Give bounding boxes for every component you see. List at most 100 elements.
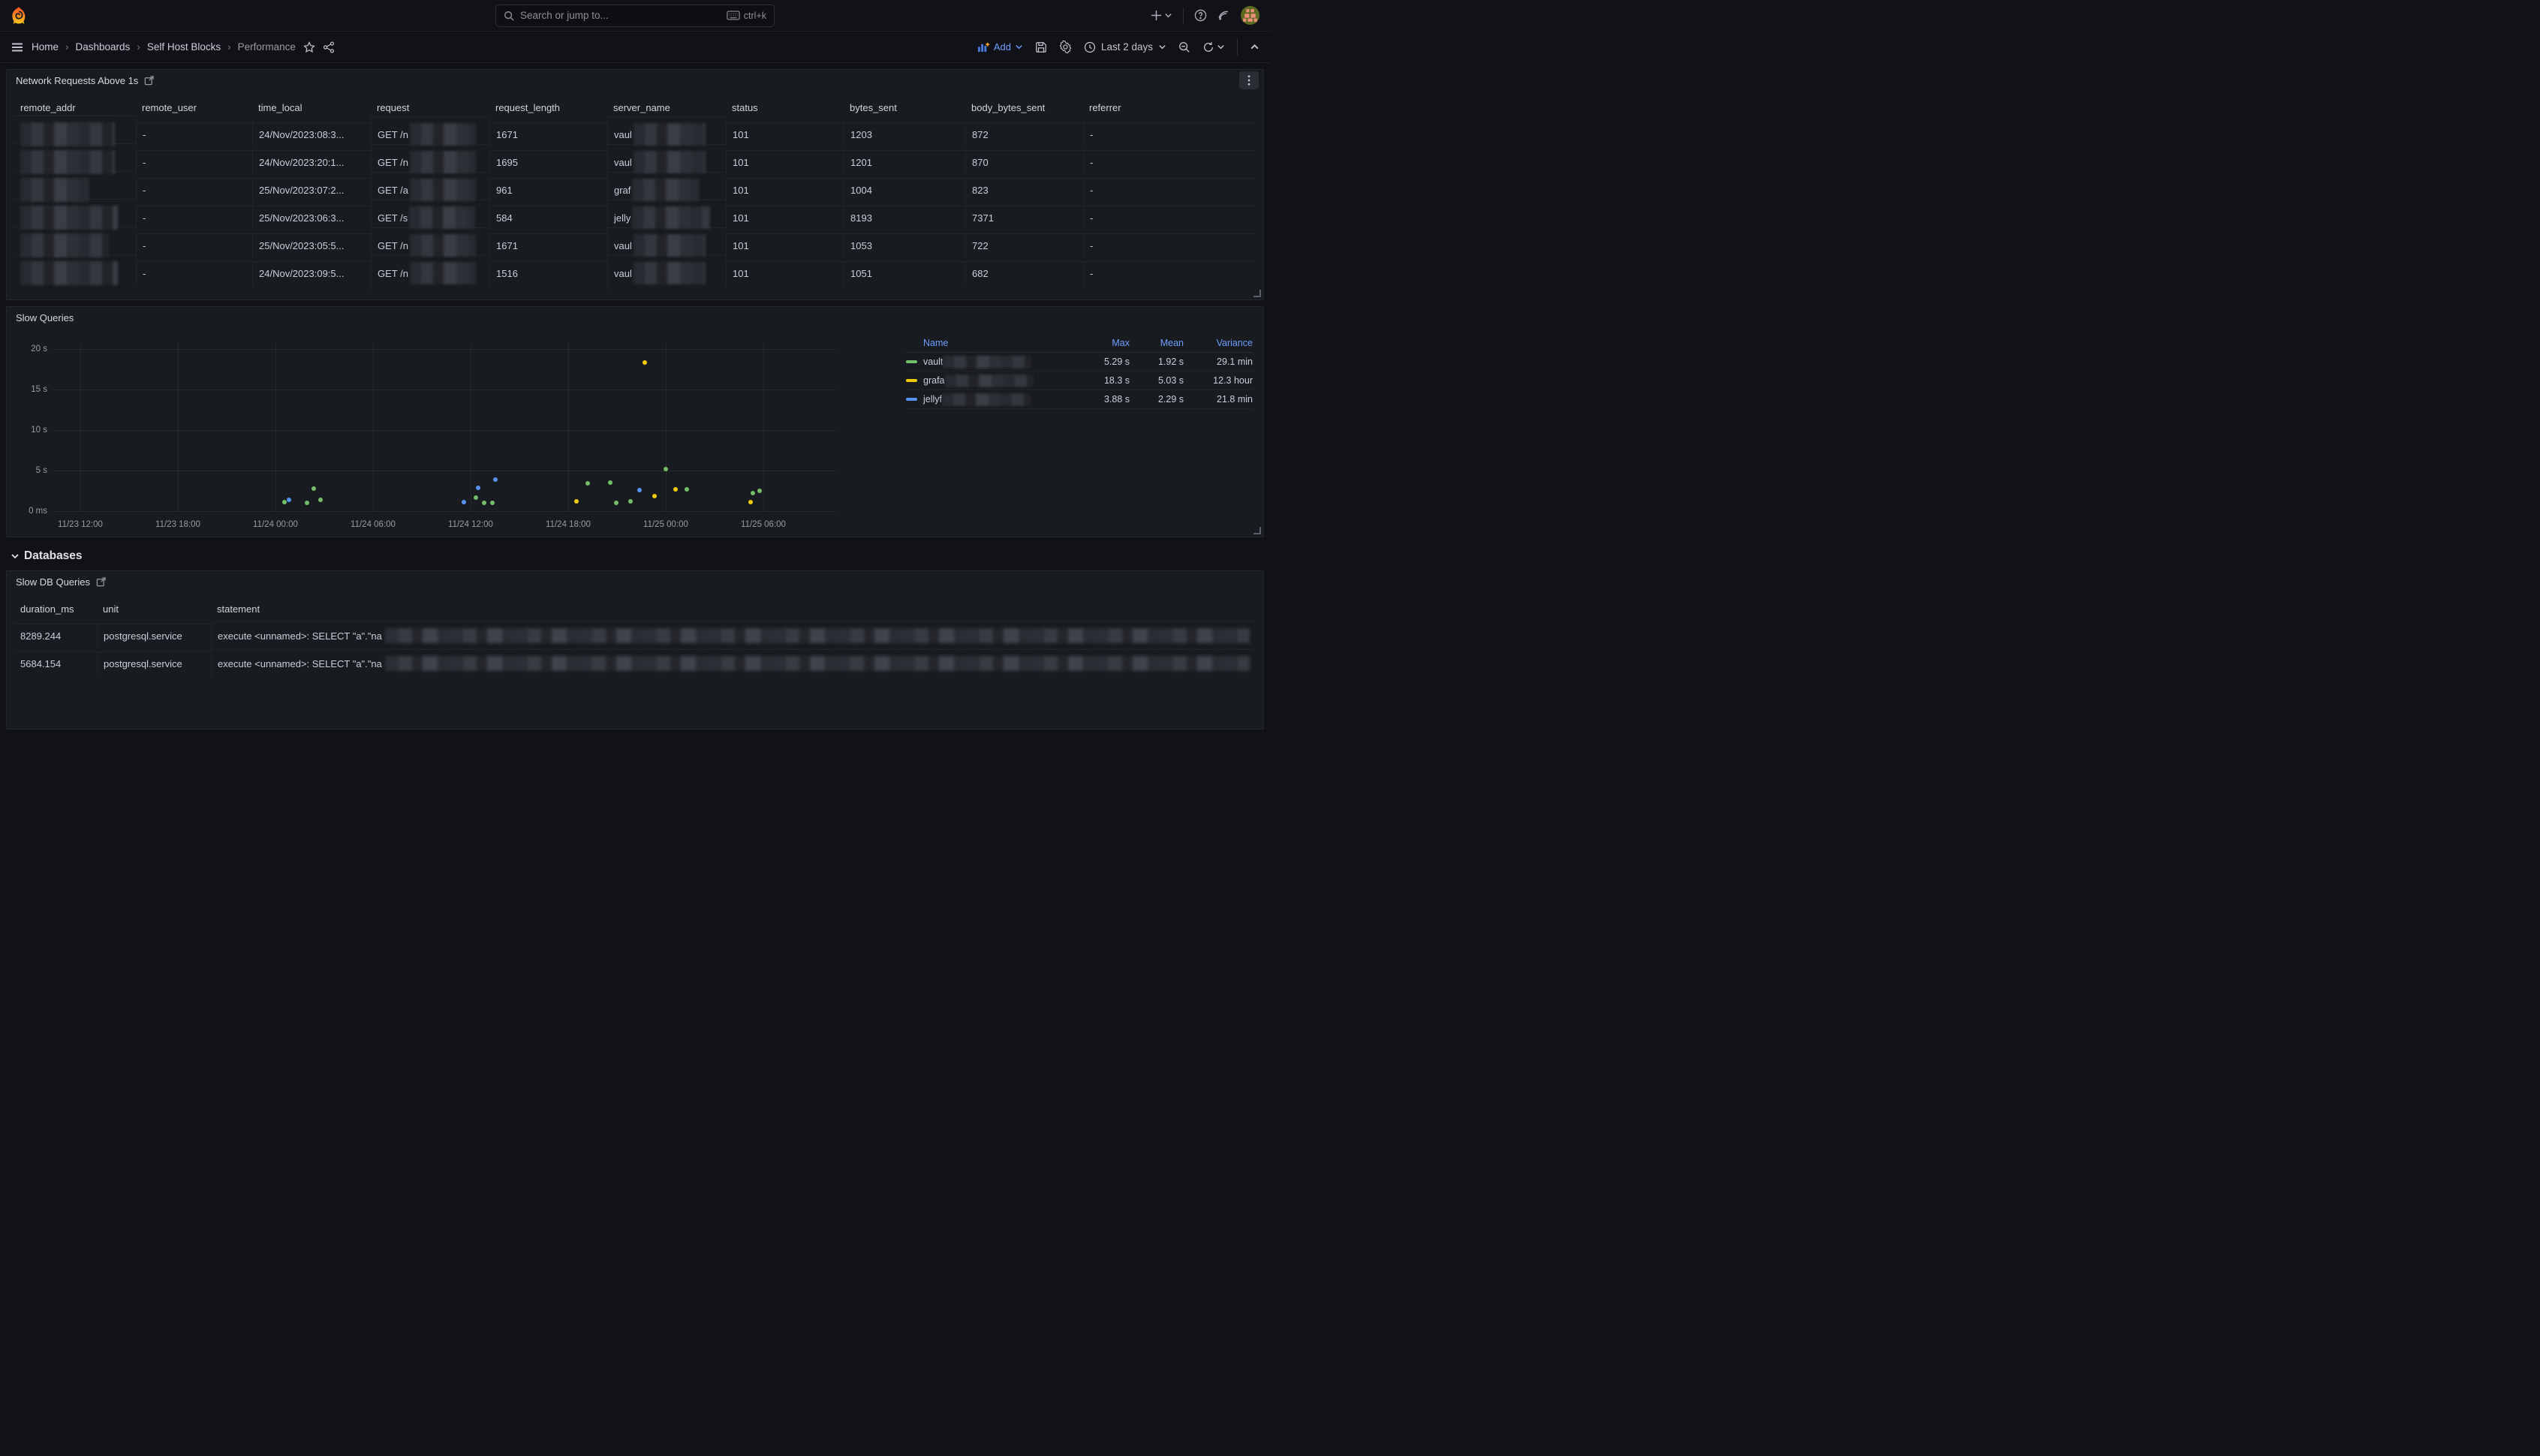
dashboard-settings-button[interactable] [1059,41,1072,53]
data-point[interactable] [474,495,478,500]
row-databases-toggle[interactable]: Databases [6,537,1264,570]
external-link-icon[interactable] [144,76,154,86]
x-gridline [568,343,569,511]
data-point[interactable] [628,499,633,504]
network-requests-table: remote_addrremote_usertime_localrequestr… [14,95,1256,287]
table-cell: 1053 [844,233,965,257]
table-cell: vaul [607,255,726,290]
new-menu-button[interactable] [1151,10,1172,21]
data-point[interactable] [751,491,755,495]
data-point[interactable] [757,489,762,493]
redacted-block [385,656,1250,671]
breadcrumb-dashboards[interactable]: Dashboards [76,41,131,53]
data-point[interactable] [614,501,618,505]
grafana-logo[interactable] [11,6,27,26]
column-header-request_length[interactable]: request_length [489,95,607,120]
legend-header-max[interactable]: Max [1076,338,1130,348]
data-point[interactable] [318,498,323,502]
data-point[interactable] [673,487,678,492]
x-axis-label: 11/24 18:00 [546,520,591,529]
data-point[interactable] [287,498,291,502]
redacted-block [632,206,710,229]
data-point[interactable] [282,500,287,504]
table-cell: - [1083,122,1256,146]
data-point[interactable] [482,501,486,505]
panel-slow-queries: Slow Queries 0 ms5 s10 s15 s20 s11/23 12… [6,306,1264,537]
table-cell: postgresql.service [97,624,211,648]
data-point[interactable] [305,501,309,505]
panel-title[interactable]: Network Requests Above 1s [16,75,138,86]
breadcrumb-home[interactable]: Home [32,41,59,53]
data-point[interactable] [685,487,689,492]
external-link-icon[interactable] [96,577,106,587]
search-input[interactable]: Search or jump to... ctrl+k [495,5,775,27]
user-avatar[interactable] [1241,6,1259,25]
series-color-swatch[interactable] [906,360,917,363]
time-range-picker[interactable]: Last 2 days [1084,41,1166,53]
column-header-duration_ms[interactable]: duration_ms [14,597,97,621]
slow-queries-chart[interactable]: 0 ms5 s10 s15 s20 s11/23 12:0011/23 18:0… [14,341,847,537]
x-gridline [80,343,81,511]
divider [1237,39,1238,56]
data-point[interactable] [490,501,495,505]
help-button[interactable] [1194,9,1207,22]
legend-series-name[interactable]: jellyf [923,393,1076,406]
add-panel-button[interactable]: Add [977,41,1023,53]
legend-header-row: Name Max Mean Variance [906,334,1253,353]
data-point[interactable] [311,486,316,491]
legend-mean-value: 1.92 s [1130,356,1184,367]
column-header-body_bytes_sent[interactable]: body_bytes_sent [965,95,1083,120]
data-point[interactable] [643,360,647,365]
news-icon[interactable] [1217,9,1230,22]
data-point[interactable] [574,499,579,504]
legend-series-name[interactable]: grafa [923,375,1076,387]
table-cell: 5684.154 [14,651,97,675]
search-icon [504,11,514,21]
table-row: -24/Nov/2023:09:5...GET /n1516vaul101105… [14,259,1256,287]
legend-header-variance[interactable]: Variance [1184,338,1253,348]
data-point[interactable] [462,500,466,504]
clock-icon [1084,41,1096,53]
panel-menu-button[interactable] [1239,71,1259,89]
refresh-button[interactable] [1202,41,1225,53]
panel-title[interactable]: Slow Queries [16,312,74,323]
divider [1183,8,1184,24]
y-axis-label: 10 s [14,426,47,435]
column-header-remote_user[interactable]: remote_user [136,95,252,120]
breadcrumb-folder[interactable]: Self Host Blocks [147,41,221,53]
column-header-status[interactable]: status [726,95,844,120]
data-point[interactable] [476,486,480,490]
legend-series-name[interactable]: vault [923,356,1076,369]
redacted-block [410,151,476,173]
column-header-time_local[interactable]: time_local [252,95,371,120]
legend-header-mean[interactable]: Mean [1130,338,1184,348]
breadcrumb-current: Performance [238,41,296,53]
column-header-referrer[interactable]: referrer [1083,95,1256,120]
column-header-unit[interactable]: unit [97,597,211,621]
column-header-statement[interactable]: statement [211,597,1256,621]
legend-header-name[interactable]: Name [923,338,1076,348]
x-axis-label: 11/24 12:00 [448,520,493,529]
collapse-toolbar-button[interactable] [1250,42,1259,52]
series-color-swatch[interactable] [906,379,917,382]
data-point[interactable] [608,480,612,485]
legend-variance-value: 21.8 min [1184,394,1253,405]
favorite-star-button[interactable] [303,41,315,53]
data-point[interactable] [664,467,668,471]
data-point[interactable] [493,477,498,482]
zoom-out-time-button[interactable] [1178,41,1190,53]
data-point[interactable] [585,481,590,486]
series-color-swatch[interactable] [906,398,917,401]
data-point[interactable] [748,500,753,504]
table-cell: - [1083,261,1256,285]
save-dashboard-button[interactable] [1035,41,1047,53]
share-button[interactable] [323,41,335,53]
table-cell: - [136,178,252,202]
data-point[interactable] [637,488,642,492]
column-header-bytes_sent[interactable]: bytes_sent [844,95,965,120]
data-point[interactable] [652,494,657,498]
redacted-block [943,356,1031,369]
mega-menu-toggle[interactable] [11,41,24,54]
redacted-block [409,206,475,229]
panel-title[interactable]: Slow DB Queries [16,576,90,588]
